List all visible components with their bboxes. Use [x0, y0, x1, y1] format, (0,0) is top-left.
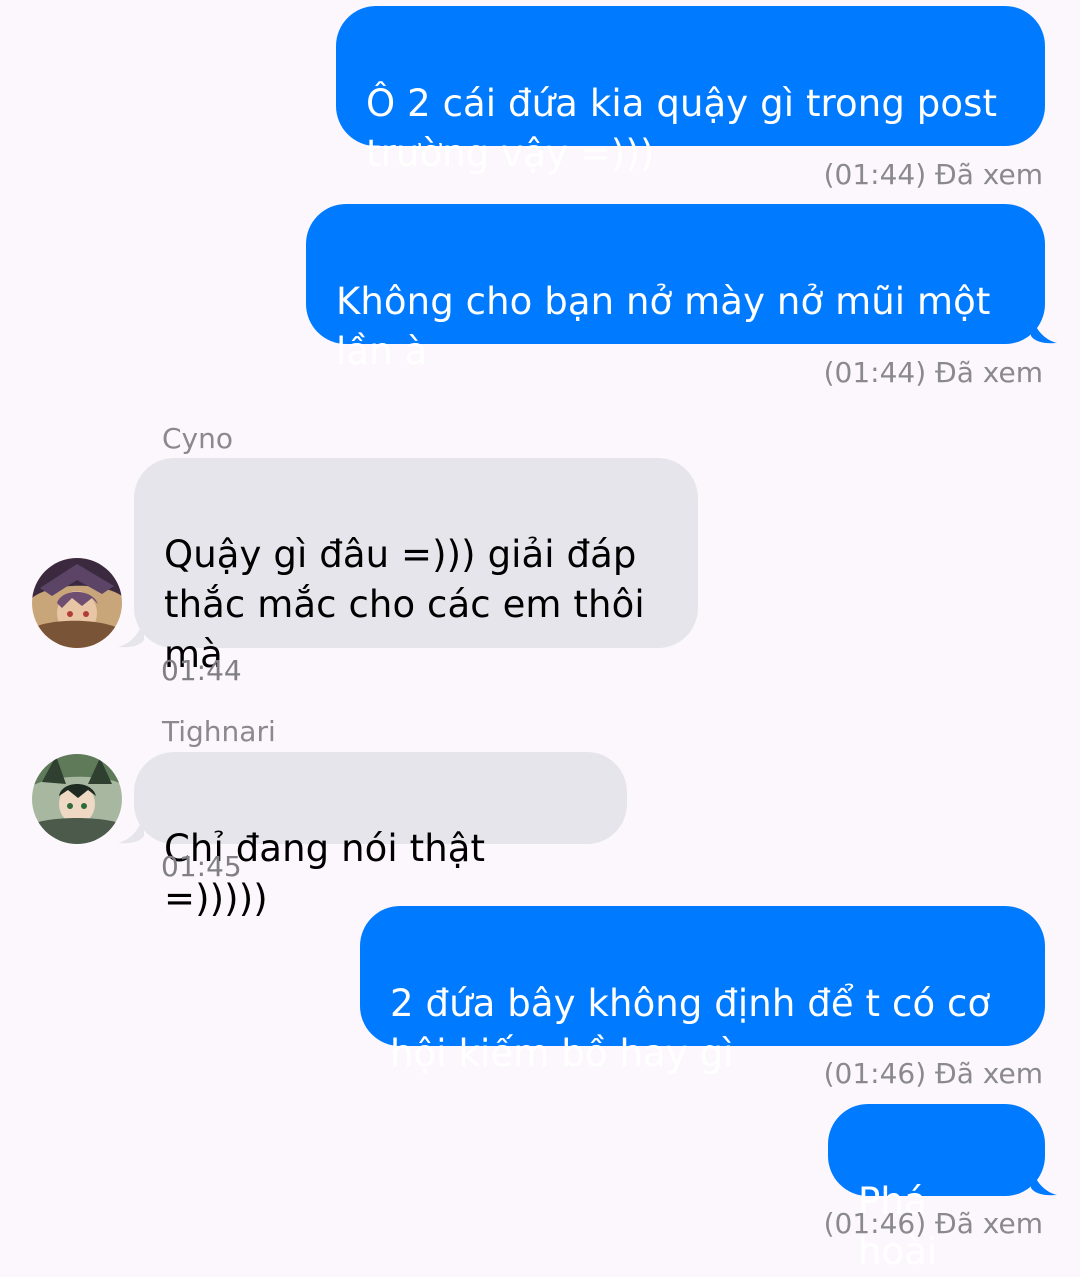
read-status: Đã xem [935, 1057, 1043, 1090]
read-status: Đã xem [935, 1207, 1043, 1240]
sender-name: Tighnari [162, 715, 276, 748]
message-bubble-incoming[interactable]: Chỉ đang nói thật =))))) [134, 752, 627, 920]
message-time: (01:44) [823, 356, 927, 389]
message-meta: (01:46) Đã xem [824, 1207, 1043, 1240]
bubble-tail [118, 618, 144, 648]
message-time: (01:44) [823, 158, 927, 191]
sender-name: Cyno [162, 422, 233, 455]
bubble-tail [1031, 314, 1057, 344]
avatar[interactable] [32, 754, 122, 844]
message-time: 01:45 [161, 850, 242, 883]
avatar[interactable] [32, 558, 122, 648]
avatar-cyno [32, 558, 122, 648]
read-status: Đã xem [935, 158, 1043, 191]
avatar-tighnari [32, 754, 122, 844]
bubble-tail [1031, 1166, 1057, 1196]
message-bubble-outgoing[interactable]: Ô 2 cái đứa kia quậy gì trong post trườn… [336, 6, 1045, 175]
message-bubble-incoming[interactable]: Quậy gì đâu =))) giải đáp thắc mắc cho c… [134, 458, 698, 676]
message-meta: (01:44) Đã xem [824, 158, 1043, 191]
message-meta: (01:44) Đã xem [824, 356, 1043, 389]
message-meta: (01:46) Đã xem [824, 1057, 1043, 1090]
bubble-tail [118, 814, 144, 844]
message-time: (01:46) [823, 1207, 927, 1240]
message-bubble-outgoing[interactable]: Không cho bạn nở mày nở mũi một lần à [306, 204, 1045, 373]
message-bubble-outgoing[interactable]: Phá hoài [828, 1104, 1045, 1273]
message-time: 01:44 [161, 654, 242, 687]
message-bubble-outgoing[interactable]: 2 đứa bây không định để t có cơ hội kiếm… [360, 906, 1045, 1075]
message-time: (01:46) [823, 1057, 927, 1090]
read-status: Đã xem [935, 356, 1043, 389]
